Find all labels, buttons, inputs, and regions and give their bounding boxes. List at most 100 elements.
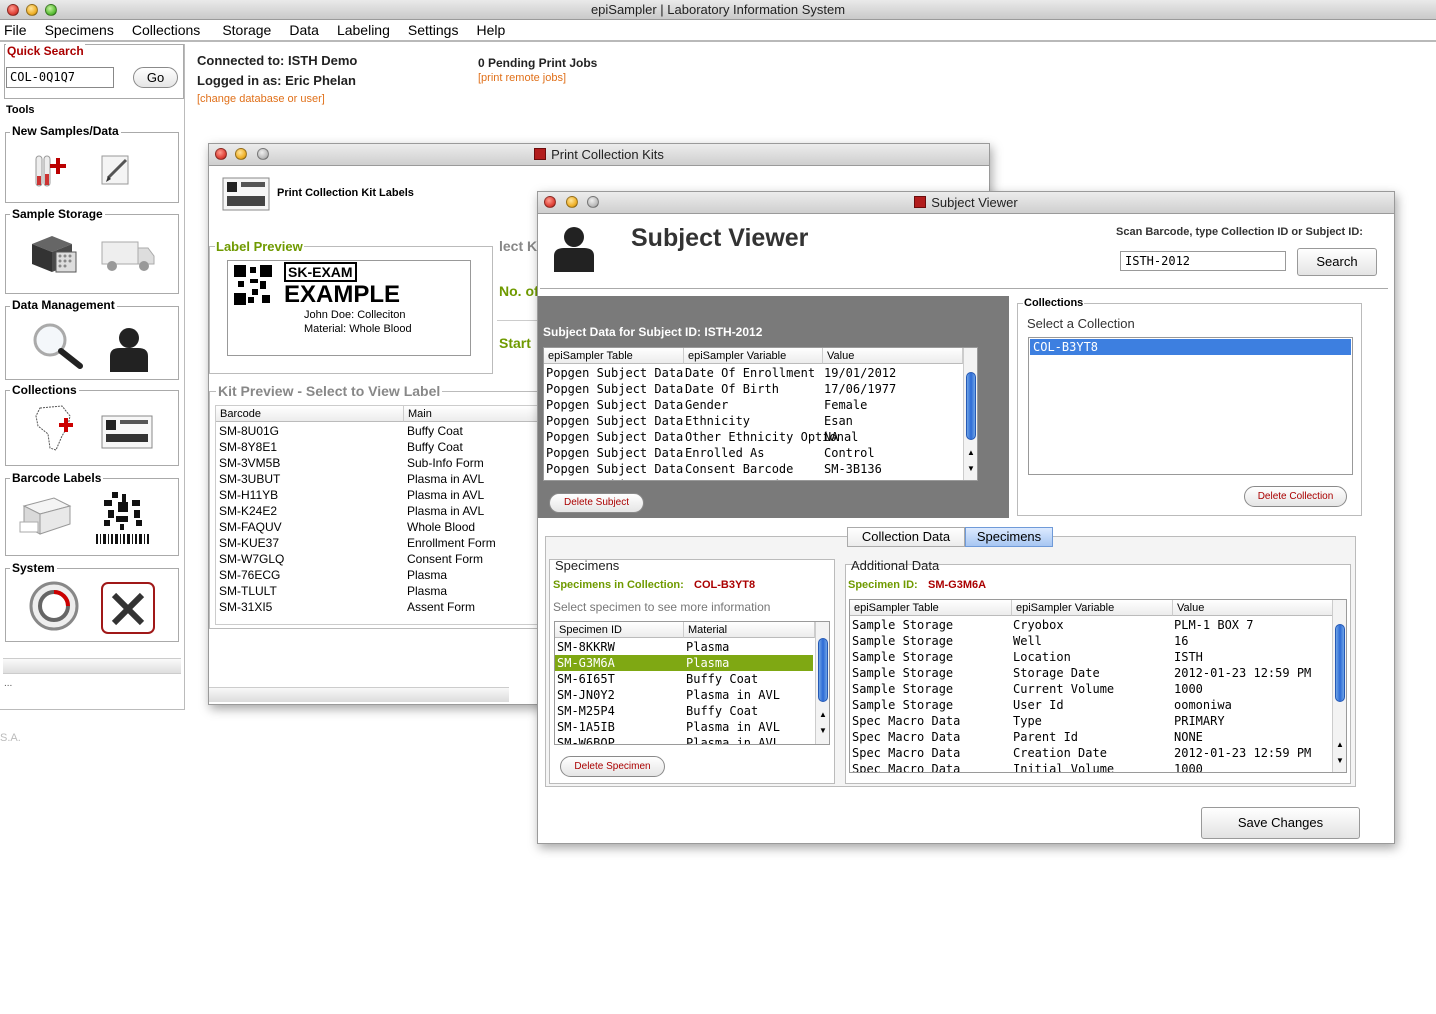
quick-search-input[interactable]: COL-0Q1Q7 — [6, 67, 114, 88]
add-sample-tubes-icon[interactable] — [34, 150, 70, 190]
table-row[interactable]: SM-G3M6A Plasma — [555, 655, 813, 671]
tools-wrench-icon[interactable] — [100, 581, 156, 635]
label-printer-icon[interactable] — [18, 492, 74, 538]
subject-search-input[interactable]: ISTH-2012 — [1120, 251, 1286, 271]
table-row[interactable]: Spec Macro Data Parent Id NONE — [850, 729, 1330, 745]
table-row[interactable]: Spec Macro Data Creation Date 2012-01-23 1… — [850, 745, 1330, 761]
table-row[interactable]: Sample Storage Cryobox PLM-1 BOX 7 — [850, 617, 1330, 633]
table-row[interactable]: Sample Storage Well 16 — [850, 633, 1330, 649]
table-row[interactable]: SM-KUE37 Enrollment Form — [216, 535, 544, 551]
scrollbar-thumb[interactable] — [1335, 624, 1345, 702]
scrollbar-thumb[interactable] — [818, 638, 828, 702]
menu-help[interactable]: Help — [476, 22, 505, 38]
subject-value-column-header[interactable]: Value — [823, 348, 963, 364]
table-row[interactable]: SM-FAQUV Whole Blood — [216, 519, 544, 535]
tab-specimens[interactable]: Specimens — [965, 527, 1053, 547]
table-row[interactable]: SM-H11YB Plasma in AVL — [216, 487, 544, 503]
search-button[interactable]: Search — [1297, 248, 1377, 276]
save-changes-button[interactable]: Save Changes — [1201, 807, 1360, 839]
table-row[interactable]: SM-8U01G Buffy Coat — [216, 423, 544, 439]
subject-person-icon[interactable] — [106, 326, 152, 372]
add-value-column-header[interactable]: Value — [1173, 600, 1333, 616]
menu-specimens[interactable]: Specimens — [45, 22, 114, 38]
table-row[interactable]: Sample Storage Storage Date 2012-01-23 12:… — [850, 665, 1330, 681]
table-row[interactable]: Sample Storage User Id oomoniwa — [850, 697, 1330, 713]
table-row[interactable]: Popgen Subject Data Gender Female — [544, 397, 962, 413]
table-row[interactable]: SM-W7GLQ Consent Form — [216, 551, 544, 567]
africa-map-icon[interactable] — [32, 402, 78, 454]
additional-table-scrollbar[interactable]: ▲ ▼ — [1332, 600, 1346, 772]
table-row[interactable]: Popgen Subject Data Date Of Enrollment 19/… — [544, 365, 962, 381]
print-remote-jobs-link[interactable]: [print remote jobs] — [478, 72, 566, 84]
menu-collections[interactable]: Collections — [132, 22, 200, 38]
tab-collection-data[interactable]: Collection Data — [847, 527, 965, 547]
barcode-column-header[interactable]: Barcode — [216, 406, 404, 422]
table-row[interactable]: Popgen Subject Data Consent Barcode SM-3B1… — [544, 461, 962, 477]
subject-variable-column-header[interactable]: epiSampler Variable — [684, 348, 823, 364]
table-row[interactable]: Popgen Subject Data Ethnicity Esan — [544, 413, 962, 429]
print-window-close-button[interactable] — [215, 148, 227, 160]
specimens-table-scrollbar[interactable]: ▲ ▼ — [815, 622, 829, 744]
print-window-minimize-button[interactable] — [235, 148, 247, 160]
scroll-up-arrow[interactable]: ▲ — [819, 710, 827, 719]
shipping-truck-icon[interactable] — [100, 238, 156, 274]
delete-specimen-button[interactable]: Delete Specimen — [560, 756, 665, 777]
barcode-icon[interactable] — [94, 490, 152, 546]
sidebar-scrollbar[interactable] — [3, 658, 181, 674]
collection-list-item[interactable]: COL-B3YT8 — [1030, 339, 1351, 355]
print-window-hscrollbar[interactable] — [209, 687, 509, 702]
subject-window-zoom-button[interactable] — [587, 196, 599, 208]
scroll-down-arrow[interactable]: ▼ — [819, 726, 827, 735]
menu-data[interactable]: Data — [289, 22, 319, 38]
table-row[interactable]: Spec Macro Data Initial Volume 1000 — [850, 761, 1330, 772]
close-window-button[interactable] — [7, 4, 19, 16]
add-table-column-header[interactable]: epiSampler Table — [850, 600, 1012, 616]
table-row[interactable]: Sample Storage Location ISTH — [850, 649, 1330, 665]
menu-file[interactable]: File — [4, 22, 27, 38]
main-column-header[interactable]: Main — [404, 406, 544, 422]
table-row[interactable]: SM-TLULT Plasma — [216, 583, 544, 599]
subject-table-column-header[interactable]: epiSampler Table — [544, 348, 684, 364]
go-button[interactable]: Go — [133, 67, 178, 88]
table-row[interactable]: SM-1A5IB Plasma in AVL — [555, 719, 813, 735]
menu-storage[interactable]: Storage — [222, 22, 271, 38]
add-variable-column-header[interactable]: epiSampler Variable — [1012, 600, 1173, 616]
sync-settings-icon[interactable] — [28, 580, 80, 632]
table-row[interactable]: SM-3UBUT Plasma in AVL — [216, 471, 544, 487]
scroll-down-arrow[interactable]: ▼ — [967, 464, 975, 473]
table-row[interactable]: SM-3VM5B Sub-Info Form — [216, 455, 544, 471]
freezer-boxes-icon[interactable] — [28, 230, 80, 278]
delete-subject-button[interactable]: Delete Subject — [549, 493, 644, 513]
minimize-window-button[interactable] — [26, 4, 38, 16]
scroll-up-arrow[interactable]: ▲ — [967, 448, 975, 457]
scroll-down-arrow[interactable]: ▼ — [1336, 756, 1344, 765]
edit-data-icon[interactable] — [100, 152, 132, 188]
change-database-link[interactable]: [change database or user] — [197, 93, 325, 105]
menu-settings[interactable]: Settings — [408, 22, 459, 38]
table-row[interactable]: SM-31XI5 Assent Form — [216, 599, 544, 615]
table-row[interactable]: SM-76ECG Plasma — [216, 567, 544, 583]
table-row[interactable]: SM-JN0Y2 Plasma in AVL — [555, 687, 813, 703]
table-row[interactable]: Popgen Subject Data Date Of Birth 17/06/19… — [544, 381, 962, 397]
delete-collection-button[interactable]: Delete Collection — [1244, 486, 1347, 507]
menu-labeling[interactable]: Labeling — [337, 22, 390, 38]
table-row[interactable]: Popgen Subject Data Other Ethnicity Optio… — [544, 429, 962, 445]
table-row[interactable]: SM-M25P4 Buffy Coat — [555, 703, 813, 719]
table-row[interactable]: SM-K24E2 Plasma in AVL — [216, 503, 544, 519]
barcode-label-sheet-icon[interactable] — [100, 414, 154, 450]
zoom-window-button[interactable] — [45, 4, 57, 16]
scrollbar-thumb[interactable] — [966, 372, 976, 440]
table-row[interactable]: Popgen Subject DataAssent Barcode NA — [544, 477, 962, 480]
table-row[interactable]: Popgen Subject Data Enrolled As Control — [544, 445, 962, 461]
table-row[interactable]: SM-8Y8E1 Buffy Coat — [216, 439, 544, 455]
scroll-up-arrow[interactable]: ▲ — [1336, 740, 1344, 749]
subject-table-scrollbar[interactable]: ▲ ▼ — [963, 348, 977, 480]
table-row[interactable]: Sample Storage Current Volume 1000 — [850, 681, 1330, 697]
table-row[interactable]: Spec Macro Data Type PRIMARY — [850, 713, 1330, 729]
table-row[interactable]: SM-8KKRW Plasma — [555, 639, 813, 655]
specimen-id-column-header[interactable]: Specimen ID — [555, 622, 684, 638]
material-column-header[interactable]: Material — [684, 622, 815, 638]
table-row[interactable]: SM-W6BOP Plasma in AVL — [555, 735, 813, 744]
table-row[interactable]: SM-6I65T Buffy Coat — [555, 671, 813, 687]
print-window-zoom-button[interactable] — [257, 148, 269, 160]
